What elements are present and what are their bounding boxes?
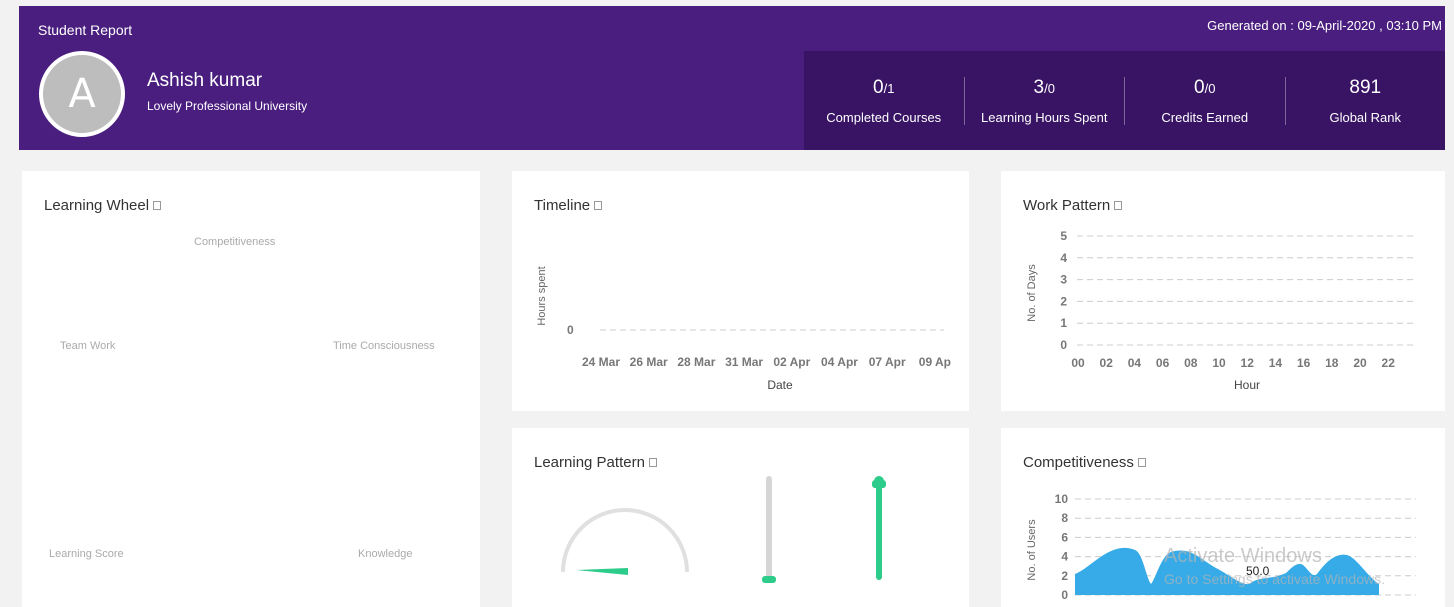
competitiveness-ytick: 6 — [1061, 530, 1068, 544]
timeline-xtick: 24 Mar — [582, 355, 620, 369]
work-pattern-xtick: 22 — [1382, 356, 1396, 370]
stat-sub: /0 — [1204, 80, 1216, 96]
work-pattern-xlabel: Hour — [1234, 378, 1260, 392]
wheel-label-team-work: Team Work — [60, 340, 116, 352]
stat-value: 0 — [1194, 76, 1205, 98]
timeline-xtick: 04 Apr — [821, 355, 858, 369]
wheel-label-learning-score: Learning Score — [49, 548, 124, 560]
vertical-bar-knob — [874, 476, 884, 486]
work-pattern-xtick: 18 — [1325, 356, 1339, 370]
watermark-title: Activate Windows — [1164, 545, 1322, 567]
work-pattern-ytick: 4 — [1060, 251, 1067, 265]
stat-label: Credits Earned — [1161, 109, 1249, 125]
timeline-xtick: 26 Mar — [630, 355, 668, 369]
stat-value: 891 — [1349, 76, 1382, 98]
work-pattern-ytick: 3 — [1060, 273, 1067, 287]
gauge-arc — [561, 508, 689, 573]
vertical-slider-track — [766, 476, 772, 582]
timeline-xtick: 07 Apr — [869, 355, 906, 369]
vertical-slider-handle — [762, 576, 776, 583]
work-pattern-ytick: 1 — [1060, 316, 1067, 330]
timeline-ylabel: Hours spent — [536, 266, 548, 325]
timeline-xticks: 24 Mar 26 Mar 28 Mar 31 Mar 02 Apr 04 Apr 07 A… — [582, 355, 951, 369]
work-pattern-xtick: 16 — [1297, 356, 1311, 370]
stat-label: Learning Hours Spent — [981, 109, 1108, 125]
learning-pattern-card: Learning Pattern — [512, 428, 969, 607]
work-pattern-xtick: 02 — [1100, 356, 1114, 370]
work-pattern-xtick: 00 — [1071, 356, 1085, 370]
report-title: Student Report — [38, 22, 133, 38]
student-name: Ashish kumar — [147, 70, 263, 91]
stat-value: 0 — [873, 76, 884, 98]
work-pattern-xtick: 06 — [1156, 356, 1170, 370]
stat-sub: /0 — [1044, 80, 1055, 96]
competitiveness-ylabel: No. of Users — [1026, 519, 1038, 581]
timeline-xtick: 31 Mar — [725, 355, 763, 369]
work-pattern-ytick: 0 — [1060, 338, 1067, 352]
wheel-label-competitiveness: Competitiveness — [194, 236, 276, 248]
timeline-ytick: 0 — [567, 323, 574, 337]
stat-credits-earned: 0/0 Credits Earned — [1124, 76, 1285, 125]
work-pattern-xtick: 20 — [1353, 356, 1367, 370]
stat-value: 3 — [1033, 76, 1045, 98]
timeline-chart: Hours spent 0 24 Mar 26 Mar 28 Mar 31 Mar 02… — [536, 266, 951, 392]
stat-label: Completed Courses — [826, 109, 942, 125]
wheel-label-time-consciousness: Time Consciousness — [333, 340, 435, 352]
work-pattern-xtick: 08 — [1184, 356, 1198, 370]
work-pattern-xtick: 10 — [1212, 356, 1226, 370]
report-header: Student Report Generated on : 09-April-2… — [19, 6, 1445, 150]
info-icon[interactable] — [153, 201, 162, 210]
generated-timestamp: Generated on : 09-April-2020 , 03:10 PM — [1207, 18, 1442, 33]
stats-panel: 0/1 Completed Courses 3/0 Learning Hours… — [804, 51, 1445, 150]
competitiveness-ytick: 2 — [1061, 569, 1068, 583]
avatar-letter: A — [68, 71, 96, 117]
timeline-xtick: 09 Ap — [919, 355, 951, 369]
learning-wheel-card: Learning Wheel Competitiveness Team Work… — [22, 171, 480, 607]
competitiveness-ytick: 8 — [1061, 511, 1068, 525]
stat-completed-courses: 0/1 Completed Courses — [804, 77, 964, 125]
competitiveness-ytick: 10 — [1055, 492, 1069, 506]
stat-label: Global Rank — [1329, 109, 1402, 125]
work-pattern-ylabel: No. of Days — [1026, 264, 1038, 322]
stat-learning-hours: 3/0 Learning Hours Spent — [963, 76, 1125, 125]
university-name: Lovely Professional University — [147, 99, 308, 113]
work-pattern-ytick: 2 — [1060, 294, 1067, 308]
avatar: A — [39, 51, 125, 137]
competitiveness-ytick: 0 — [1061, 588, 1068, 602]
timeline-xlabel: Date — [767, 378, 793, 392]
watermark-subtitle: Go to Settings to activate Windows. — [1164, 571, 1385, 587]
stat-sub: /1 — [883, 80, 895, 96]
competitiveness-card: Competitiveness No. of Users 0 2 4 6 8 10 50.… — [1001, 428, 1445, 607]
work-pattern-ytick: 5 — [1060, 229, 1067, 243]
timeline-card: Timeline Hours spent 0 24 Mar 26 Mar 28 Ma… — [512, 171, 969, 411]
timeline-xtick: 02 Apr — [773, 355, 810, 369]
work-pattern-xtick: 12 — [1241, 356, 1255, 370]
work-pattern-chart: No. of Days 012345 00 02 04 06 08 10 12 14 16 18 2… — [1026, 229, 1416, 392]
competitiveness-ytick: 4 — [1061, 550, 1068, 564]
work-pattern-xtick: 14 — [1269, 356, 1283, 370]
learning-wheel-title: Learning Wheel — [44, 197, 162, 214]
wheel-label-knowledge: Knowledge — [358, 548, 413, 560]
work-pattern-xtick: 04 — [1128, 356, 1142, 370]
vertical-bar-fill — [876, 480, 882, 580]
stat-global-rank: 891 Global Rank — [1284, 76, 1446, 125]
gauge-needle — [576, 568, 628, 575]
learning-pattern-gauges — [561, 476, 886, 583]
work-pattern-card: Work Pattern No. of Days 012345 00 02 04 06… — [1001, 171, 1445, 411]
timeline-xtick: 28 Mar — [677, 355, 715, 369]
